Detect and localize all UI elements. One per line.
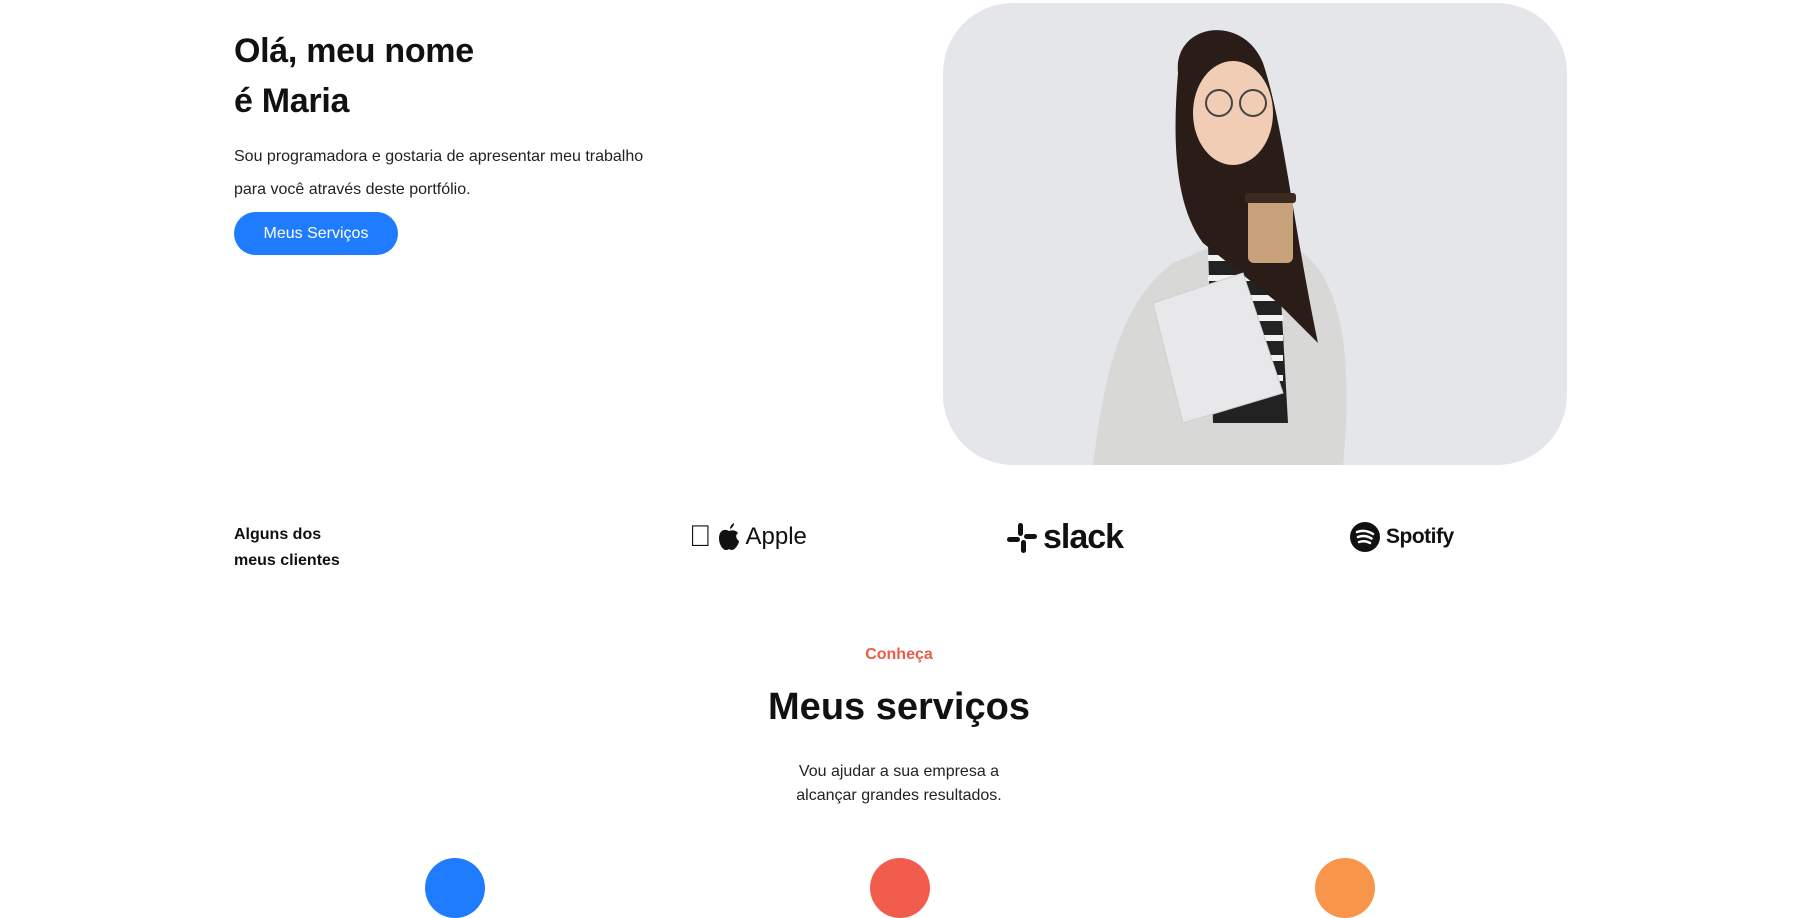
hero-title-line2: é Maria	[234, 82, 350, 120]
service-icon-3	[1315, 858, 1375, 918]
spotify-logo-text: Spotify	[1386, 525, 1454, 548]
services-description: Vou ajudar a sua empresa a alcançar gran…	[0, 760, 1798, 808]
services-button[interactable]: Meus Serviços	[234, 212, 398, 255]
hero-subtitle: Sou programadora e gostaria de apresenta…	[234, 148, 644, 198]
hero-title-line1: Olá, meu nome	[234, 32, 474, 70]
slack-icon	[1007, 522, 1037, 553]
slack-logo: slack	[1007, 518, 1124, 557]
clients-label-line2: meus clientes	[234, 552, 340, 569]
spotify-icon	[1350, 522, 1380, 552]
slack-logo-text: slack	[1043, 518, 1124, 556]
clients-label: Alguns dos meus clientes	[234, 522, 340, 574]
apple-icon: 	[689, 520, 712, 554]
services-title: Meus serviços	[768, 686, 1030, 728]
spotify-logo: Spotify	[1350, 522, 1454, 552]
services-desc-line1: Vou ajudar a sua empresa a	[798, 763, 1000, 780]
apple-logo-text: Apple	[723, 520, 807, 550]
hero-title: Olá, meu nome é Maria	[234, 26, 474, 126]
apple-logo:  Apple	[689, 520, 807, 554]
services-desc-line2: alcançar grandes resultados.	[796, 787, 1002, 804]
services-kicker: Conheça	[865, 646, 933, 663]
service-icon-1	[425, 858, 485, 918]
apple-shape-icon	[718, 523, 739, 550]
service-icon-2	[870, 858, 930, 918]
hero-photo	[943, 3, 1567, 465]
clients-label-line1: Alguns dos	[234, 526, 322, 543]
